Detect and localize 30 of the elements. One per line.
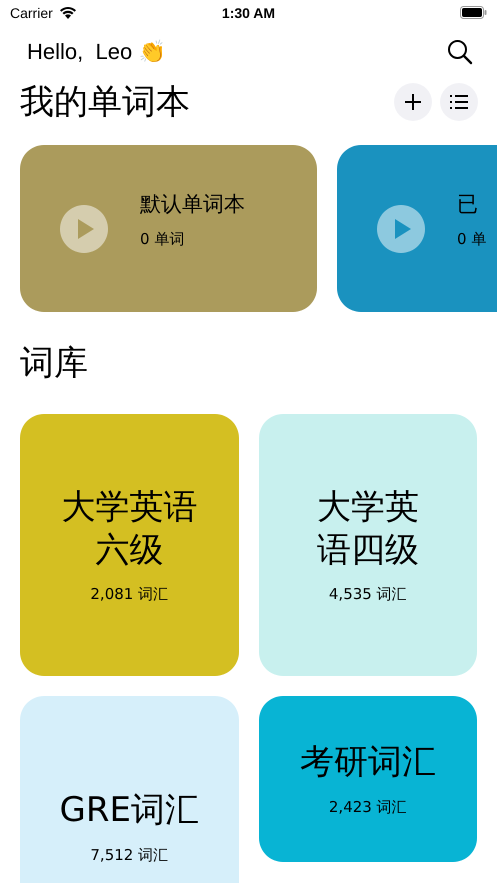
vocabulary-count: 2,081 词汇 [90, 585, 168, 604]
wordbank-card[interactable]: 考研词汇 2,423 词汇 [258, 696, 477, 862]
wordbank-title: 大学英语 六级 [61, 486, 198, 571]
vocabulary-count: 4,535 词汇 [328, 585, 407, 604]
wordbank-title: 考研词汇 [300, 741, 436, 784]
search-icon[interactable] [447, 39, 473, 65]
word-count: 0 单 [457, 230, 486, 249]
wifi-icon [58, 6, 77, 19]
section-title: 我的单词本 [20, 81, 190, 124]
greeting-text: Hello, Leo 👏 [27, 39, 166, 65]
list-icon [449, 94, 469, 110]
wordbank-card[interactable]: 大学英语 六级 2,081 词汇 [20, 414, 238, 676]
vocabulary-count: 7,512 词汇 [90, 846, 168, 865]
wordbank-card[interactable]: 大学英 语四级 4,535 词汇 [258, 414, 477, 676]
carrier-label: Carrier [10, 4, 53, 20]
plus-icon [404, 93, 422, 111]
vocabulary-count: 2,423 词汇 [328, 798, 407, 817]
notebook-card[interactable]: 已 0 单 [337, 145, 497, 312]
notebook-name: 已 [457, 191, 479, 218]
wordbank-title: GRE词汇 [60, 789, 199, 832]
list-button[interactable] [440, 83, 478, 121]
add-button[interactable] [394, 83, 432, 121]
wordbank-card[interactable]: GRE词汇 7,512 词汇 [20, 696, 238, 883]
status-time: 1:30 AM [222, 4, 276, 20]
notebook-name: 默认单词本 [140, 191, 245, 218]
word-count: 0 单词 [140, 230, 186, 249]
wordbank-title: 大学英 语四级 [316, 486, 419, 571]
battery-icon [460, 6, 487, 19]
section-title: 词库 [19, 342, 89, 385]
notebook-card[interactable]: 默认单词本 0 单词 [20, 145, 317, 312]
